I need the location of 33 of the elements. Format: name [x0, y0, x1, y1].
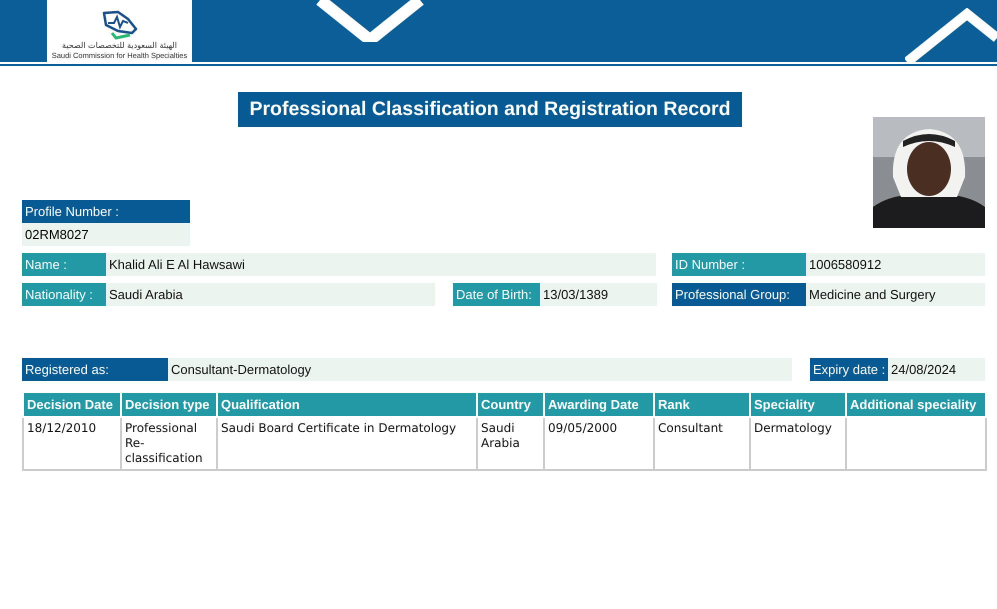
field-value: Saudi Arabia — [106, 283, 435, 306]
table-cell: 18/12/2010 — [23, 417, 121, 470]
column-header: Speciality — [750, 392, 846, 417]
field-value: 1006580912 — [806, 253, 985, 276]
field-value: Medicine and Surgery — [806, 283, 985, 306]
column-header: Rank — [654, 392, 750, 417]
column-header: Decision Date — [23, 392, 121, 417]
table-cell: Dermatology — [750, 417, 846, 470]
field-label: Profile Number : — [22, 200, 190, 223]
field-label: Date of Birth: — [453, 283, 540, 306]
field-label: Name : — [22, 253, 106, 276]
page-title: Professional Classification and Registration Record — [238, 92, 742, 127]
column-header: Additional speciality — [846, 392, 986, 417]
field-label: Registered as: — [22, 358, 168, 381]
table-cell: 09/05/2000 — [544, 417, 654, 470]
table-cell: Consultant — [654, 417, 750, 470]
logo-arabic-text: الهيئة السعودية للتخصصات الصحية — [62, 41, 177, 51]
field-label: Professional Group: — [672, 283, 806, 306]
field-value: Khalid Ali E Al Hawsawi — [106, 253, 656, 276]
field-value: 02RM8027 — [22, 223, 190, 246]
column-header: Decision type — [121, 392, 217, 417]
field-label: ID Number : — [672, 253, 806, 276]
table-cell: Saudi Arabia — [477, 417, 544, 470]
field-value: Consultant-Dermatology — [168, 358, 792, 381]
field-value: 13/03/1389 — [540, 283, 657, 306]
column-header: Qualification — [217, 392, 477, 417]
field-label: Nationality : — [22, 283, 106, 306]
table-cell: Saudi Board Certificate in Dermatology — [217, 417, 477, 470]
table-cell: Professional Re-classification — [121, 417, 217, 470]
column-header: Country — [477, 392, 544, 417]
column-header: Awarding Date — [544, 392, 654, 417]
field-value: 24/08/2024 — [888, 358, 985, 381]
field-label: Expiry date : — [810, 358, 888, 381]
